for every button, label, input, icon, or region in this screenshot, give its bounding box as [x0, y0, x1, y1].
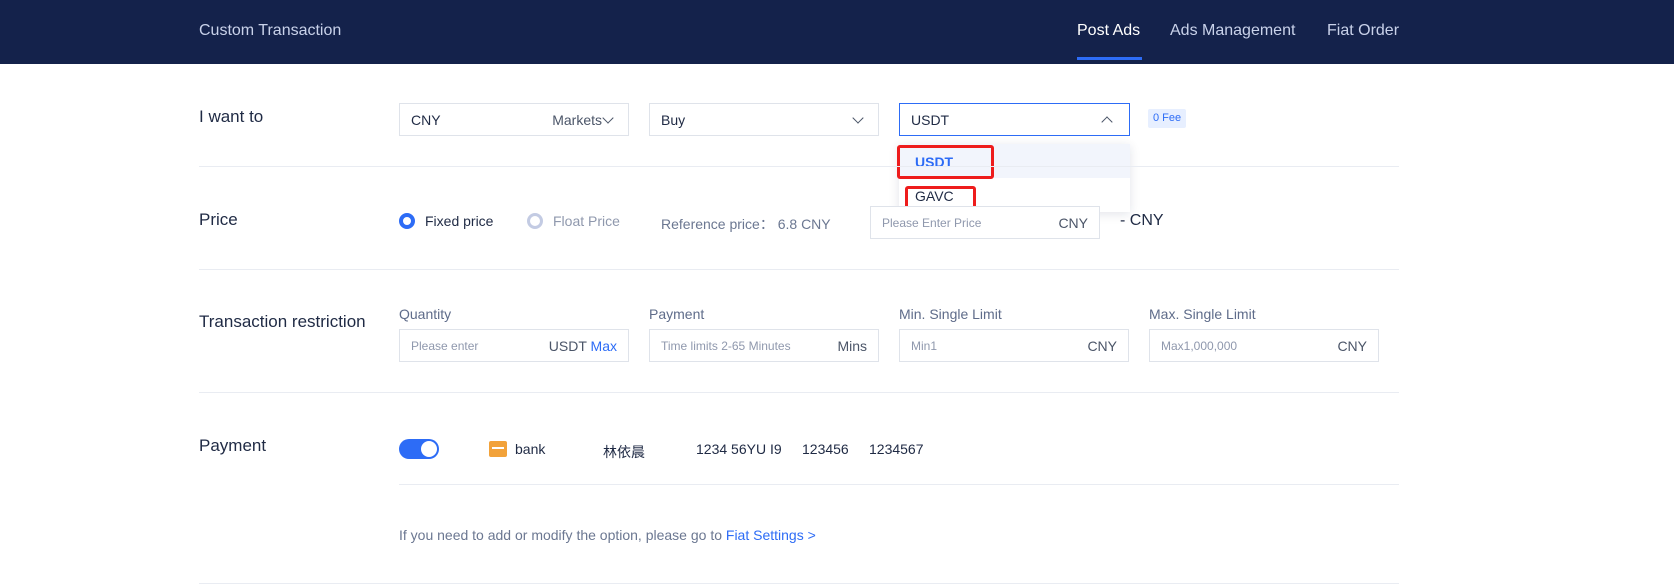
- top-nav-bar: Custom Transaction Post Ads Ads Manageme…: [0, 0, 1674, 64]
- side-select[interactable]: Buy: [649, 103, 879, 136]
- float-price-label[interactable]: Float Price: [553, 213, 620, 229]
- payee-name: 林依晨: [603, 444, 645, 460]
- currency-select[interactable]: CNY Markets: [399, 103, 629, 136]
- currency-value: CNY: [411, 112, 441, 128]
- payment-field-3: 1234567: [869, 441, 924, 457]
- fixed-price-label[interactable]: Fixed price: [425, 213, 493, 229]
- quantity-input[interactable]: Please enter USDT Max: [399, 329, 629, 362]
- markets-label[interactable]: Markets: [552, 112, 602, 128]
- divider: [199, 269, 1399, 270]
- payment-method: bank: [515, 441, 546, 457]
- tab-post-ads[interactable]: Post Ads: [1077, 22, 1140, 40]
- price-result: - CNY: [1120, 212, 1164, 229]
- fixed-price-radio[interactable]: [399, 213, 415, 229]
- chevron-up-icon: [1101, 116, 1113, 128]
- toggle-knob: [421, 441, 437, 457]
- max-button[interactable]: Max: [591, 338, 617, 354]
- divider: [199, 166, 1399, 167]
- min-limit-label: Min. Single Limit: [899, 306, 1002, 322]
- payment-field-2: 123456: [802, 441, 849, 457]
- payment-time-label: Payment: [649, 306, 705, 322]
- fee-badge: 0 Fee: [1148, 109, 1187, 128]
- fiat-settings-link[interactable]: Fiat Settings >: [726, 527, 816, 543]
- coin-value: USDT: [911, 112, 950, 128]
- min-limit-input[interactable]: Min1 CNY: [899, 329, 1129, 362]
- payment-time-input[interactable]: Time limits 2-65 Minutes Mins: [649, 329, 879, 362]
- divider: [199, 583, 1399, 584]
- chevron-down-icon: [602, 112, 614, 124]
- account-number: 1234 56YU I9: [696, 441, 782, 457]
- bank-card-icon: [489, 441, 507, 457]
- reference-price: Reference price： 6.8 CNY: [661, 216, 831, 232]
- payment-label: Payment: [199, 436, 267, 455]
- divider: [199, 392, 1399, 393]
- price-input[interactable]: Please Enter Price CNY: [870, 206, 1100, 239]
- float-price-radio[interactable]: [527, 213, 543, 229]
- restriction-label: Transaction restriction: [199, 312, 366, 331]
- want-label: I want to: [199, 107, 264, 126]
- tab-ads-management[interactable]: Ads Management: [1170, 22, 1295, 40]
- highlight-box-usdt: [897, 145, 994, 179]
- chevron-down-icon: [852, 112, 864, 124]
- settings-note: If you need to add or modify the option,…: [399, 527, 816, 543]
- coin-select[interactable]: USDT: [899, 103, 1130, 136]
- tab-fiat-order[interactable]: Fiat Order: [1327, 22, 1399, 40]
- quantity-label: Quantity: [399, 306, 452, 322]
- page-title: Custom Transaction: [199, 22, 342, 39]
- active-tab-indicator: [1077, 57, 1142, 60]
- side-value: Buy: [661, 112, 686, 128]
- max-limit-input[interactable]: Max1,000,000 CNY: [1149, 329, 1379, 362]
- max-limit-label: Max. Single Limit: [1149, 306, 1256, 322]
- payment-toggle[interactable]: [399, 439, 439, 459]
- price-label: Price: [199, 210, 238, 229]
- divider: [399, 484, 1399, 485]
